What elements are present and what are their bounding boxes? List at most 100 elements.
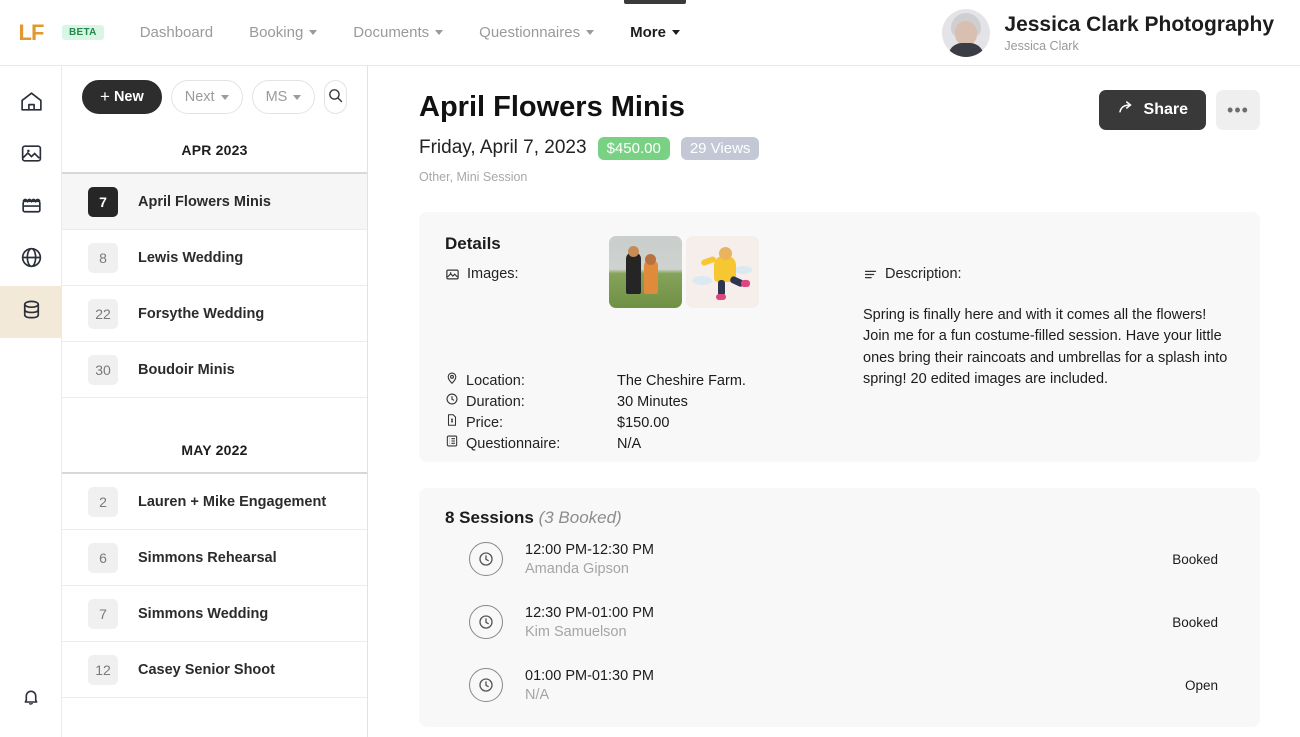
- day-badge: 7: [88, 187, 118, 217]
- description-label-row: Description:: [863, 264, 1234, 285]
- nav-item-questionnaires[interactable]: Questionnaires: [461, 0, 612, 66]
- overflow-menu-button[interactable]: •••: [1216, 90, 1260, 130]
- clock-icon: [469, 542, 503, 576]
- session-detail-pane: Share ••• April Flowers Minis Friday, Ap…: [369, 66, 1300, 737]
- status-badge: Booked: [1172, 615, 1234, 630]
- views-badge: 29 Views: [681, 137, 760, 160]
- image-icon: [445, 267, 460, 282]
- day-badge: 30: [88, 355, 118, 385]
- detail-header-actions: Share •••: [1099, 90, 1260, 130]
- session-list-panel: + New Next MS APR 2023 7 April Flowers M…: [62, 66, 368, 737]
- sidebar-item-gallery[interactable]: [0, 130, 62, 182]
- session-slot-client: Kim Samuelson: [525, 624, 654, 640]
- detail-field-questionnaire: Questionnaire: N/A: [445, 434, 835, 455]
- session-slot-time: 12:30 PM-01:00 PM: [525, 605, 654, 621]
- price-tag-icon: [445, 413, 459, 434]
- list-item[interactable]: 7 Simmons Wedding: [62, 586, 367, 642]
- list-item-title: April Flowers Minis: [138, 194, 271, 210]
- status-badge: Booked: [1172, 552, 1234, 567]
- day-badge: 12: [88, 655, 118, 685]
- icon-sidebar: [0, 66, 62, 737]
- sidebar-item-home[interactable]: [0, 78, 62, 130]
- list-item[interactable]: 22 Forsythe Wedding: [62, 286, 367, 342]
- top-navigation-bar: LF BETA Dashboard Booking Documents Ques…: [0, 0, 1300, 66]
- session-slot-time: 01:00 PM-01:30 PM: [525, 668, 654, 684]
- profile-menu[interactable]: Jessica Clark Photography Jessica Clark: [942, 9, 1274, 57]
- next-filter-dropdown[interactable]: Next: [171, 80, 243, 114]
- chevron-down-icon: [293, 95, 301, 100]
- sessions-booked-count: (3 Booked): [539, 508, 622, 527]
- session-slot-row[interactable]: 01:00 PM-01:30 PM N/A Open: [445, 654, 1234, 717]
- search-button[interactable]: [324, 80, 347, 114]
- details-card-title: Details: [445, 234, 1234, 254]
- list-item[interactable]: 30 Boudoir Minis: [62, 342, 367, 398]
- clock-icon: [469, 605, 503, 639]
- detail-field-duration: Duration: 30 Minutes: [445, 392, 835, 413]
- details-card: Details Images:: [419, 212, 1260, 462]
- list-item[interactable]: 2 Lauren + Mike Engagement: [62, 474, 367, 530]
- description-text: Spring is finally here and with it comes…: [863, 305, 1234, 391]
- new-button[interactable]: + New: [82, 80, 162, 114]
- bell-icon: [19, 685, 43, 714]
- session-tags: Other, Mini Session: [419, 170, 1260, 184]
- profile-user-name: Jessica Clark: [1004, 39, 1274, 53]
- sidebar-item-notifications[interactable]: [0, 673, 62, 725]
- detail-subline: Friday, April 7, 2023 $450.00 29 Views: [419, 137, 1260, 160]
- list-item[interactable]: 12 Casey Senior Shoot: [62, 642, 367, 698]
- nav-label-booking: Booking: [249, 24, 303, 41]
- price-label: Price:: [466, 413, 503, 434]
- details-left-column: Images:: [445, 264, 835, 455]
- nav-label-more: More: [630, 24, 666, 41]
- nav-item-dashboard[interactable]: Dashboard: [122, 0, 231, 66]
- nav-item-booking[interactable]: Booking: [231, 0, 335, 66]
- image-thumbnail-list: [609, 236, 759, 308]
- share-button-label: Share: [1144, 101, 1188, 119]
- share-arrow-icon: [1117, 99, 1135, 122]
- ms-filter-dropdown[interactable]: MS: [252, 80, 316, 114]
- nav-item-documents[interactable]: Documents: [335, 0, 461, 66]
- sidebar-item-store[interactable]: [0, 182, 62, 234]
- list-item-title: Casey Senior Shoot: [138, 662, 275, 678]
- nav-label-dashboard: Dashboard: [140, 24, 213, 41]
- nav-item-more[interactable]: More: [612, 0, 698, 66]
- questionnaire-label: Questionnaire:: [466, 434, 560, 455]
- details-grid: Images:: [445, 264, 1234, 455]
- day-badge: 6: [88, 543, 118, 573]
- sidebar-item-bookings[interactable]: [0, 286, 62, 338]
- detail-field-location: Location: The Cheshire Farm.: [445, 371, 835, 392]
- sidebar-bottom-group: [0, 673, 62, 725]
- app-logo[interactable]: LF: [0, 20, 62, 46]
- description-lines-icon: [863, 267, 878, 282]
- sidebar-item-website[interactable]: [0, 234, 62, 286]
- location-pin-icon: [445, 371, 459, 392]
- storefront-icon: [19, 193, 44, 223]
- ms-filter-label: MS: [266, 89, 288, 105]
- globe-icon: [19, 245, 44, 275]
- clock-icon: [469, 668, 503, 702]
- session-slot-row[interactable]: 12:00 PM-12:30 PM Amanda Gipson Booked: [445, 528, 1234, 591]
- avatar: [942, 9, 990, 57]
- location-value: The Cheshire Farm.: [617, 371, 746, 392]
- plus-icon: +: [100, 87, 110, 107]
- list-item-title: Boudoir Minis: [138, 362, 235, 378]
- list-item[interactable]: 7 April Flowers Minis: [62, 174, 367, 230]
- duration-label: Duration:: [466, 392, 525, 413]
- session-slot-row[interactable]: 12:30 PM-01:00 PM Kim Samuelson Booked: [445, 591, 1234, 654]
- sessions-card: 8 Sessions (3 Booked) 12:00 PM-12:30 PM …: [419, 488, 1260, 727]
- form-icon: [445, 434, 459, 455]
- image-thumbnail[interactable]: [686, 236, 759, 308]
- month-header-apr-2023: APR 2023: [62, 128, 367, 174]
- list-item[interactable]: 6 Simmons Rehearsal: [62, 530, 367, 586]
- list-item-title: Forsythe Wedding: [138, 306, 264, 322]
- session-slot-client: N/A: [525, 687, 654, 703]
- images-label: Images:: [467, 266, 519, 282]
- questionnaire-value: N/A: [617, 434, 641, 455]
- chevron-down-icon: [221, 95, 229, 100]
- nav-label-questionnaires: Questionnaires: [479, 24, 580, 41]
- details-field-list: Location: The Cheshire Farm. Duration:: [445, 371, 835, 455]
- list-item[interactable]: 8 Lewis Wedding: [62, 230, 367, 286]
- share-button[interactable]: Share: [1099, 90, 1206, 130]
- chevron-down-icon: [586, 30, 594, 35]
- image-thumbnail[interactable]: [609, 236, 682, 308]
- list-item-title: Lewis Wedding: [138, 250, 243, 266]
